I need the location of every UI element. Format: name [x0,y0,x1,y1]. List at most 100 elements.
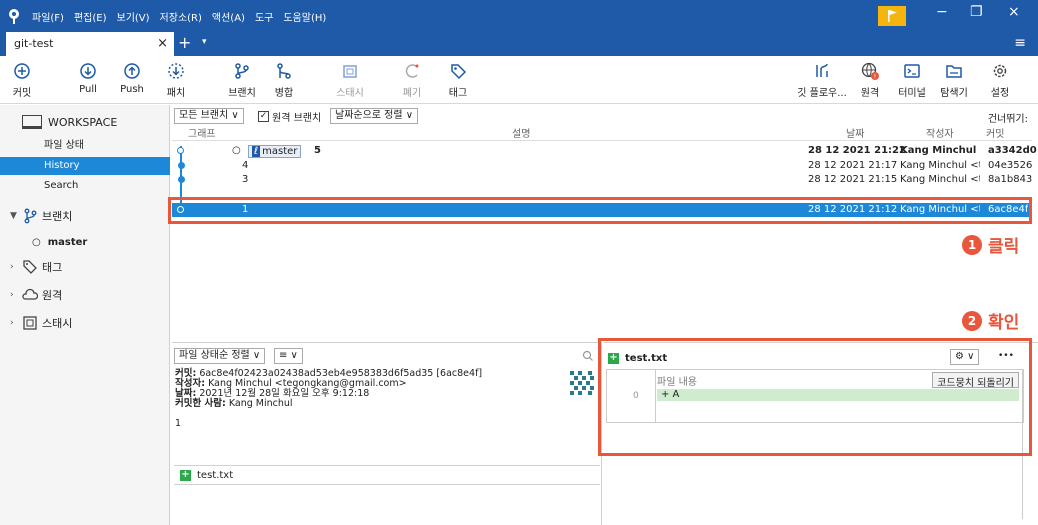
skip-label: 건너뛰기: [987,114,1028,125]
workspace-header: WORKSPACE [22,115,117,129]
flag-button[interactable] [878,6,906,26]
settings-button[interactable]: 설정 [978,62,1022,99]
file-sort-dropdown[interactable]: 파일 상태순 정렬 ∨ [174,348,266,364]
stash-icon [23,316,37,330]
row-date: 28 12 2021 21:17 [808,160,898,171]
tab-title: git-test [14,37,54,50]
remotes-label: 원격 [42,289,63,302]
svg-text:!: ! [874,74,876,81]
highlight-box-selected-row [168,197,1032,224]
column-graph[interactable]: 그래프 [188,125,216,140]
discard-button[interactable]: 폐기 [390,62,434,99]
sidebar-item-search[interactable]: Search [0,177,170,195]
annotation-text: 클릭 [988,237,1020,257]
avatar [568,369,596,397]
close-window-button[interactable]: × [1008,4,1020,20]
tab-close-icon[interactable]: × [157,36,168,51]
branch-filter-dropdown[interactable]: 모든 브랜치 ∨ [174,108,244,124]
column-date[interactable]: 날짜 [846,125,864,140]
fetch-label: 패치 [166,88,186,99]
chevron-right-icon: › [10,262,14,272]
toolbar: 커밋 Pull Push 패치 브랜치 병합 스태시 폐기 태그 깃 플로우..… [0,56,1038,104]
menu-actions[interactable]: 액션(A) [212,9,245,24]
chevron-right-icon: › [10,318,14,328]
pull-button[interactable]: Pull [66,62,110,95]
sort-dropdown[interactable]: 날짜순으로 정렬 ∨ [330,108,419,124]
tab-dropdown-button[interactable]: ▾ [202,37,207,47]
table-row-partial [172,188,1032,196]
branch-tag-label: master [262,146,298,157]
tab-git-test[interactable]: git-test × [6,32,174,56]
commit-button[interactable]: 커밋 [0,62,44,99]
view-mode-dropdown[interactable]: ≡ ∨ [274,348,303,364]
row-author: Kang Minchul <te [900,174,980,185]
stash-icon [343,65,357,78]
changed-file-name: test.txt [197,469,234,481]
menu-tools[interactable]: 도구 [255,9,273,24]
tab-row: git-test × + ▾ ≡ [0,30,1038,56]
plus-circle-icon [14,63,30,79]
annotation-text: 확인 [988,313,1020,333]
sidebar-item-file-status[interactable]: 파일 상태 [0,137,170,155]
table-row[interactable]: ○ ℓ master 5 28 12 2021 21:22 Kang Minchu… [172,144,1037,158]
column-author[interactable]: 작성자 [926,125,954,140]
stash-button[interactable]: 스태시 [328,62,372,99]
checkbox-icon: ✓ [258,111,269,122]
tag-button[interactable]: 태그 [436,62,480,99]
minimize-button[interactable]: − [936,4,948,20]
fetch-button[interactable]: 패치 [154,62,198,99]
flag-icon [888,10,897,22]
workspace-label: WORKSPACE [48,115,118,129]
column-description[interactable]: 설명 [512,125,530,140]
current-branch-marker-icon: ○ [32,237,48,248]
terminal-button[interactable]: 터미널 [890,62,934,99]
restore-button[interactable]: ❐ [970,4,983,20]
stash-label: 스태시 [336,88,364,99]
explorer-label: 탐색기 [940,88,968,99]
merge-icon [277,63,291,79]
commit-message: 1 [175,418,182,429]
menu-repository[interactable]: 저장소(R) [160,9,202,24]
chevron-down-icon: ▼ [10,211,17,221]
search-icon[interactable] [582,350,594,362]
remote-button[interactable]: ! 원격 [848,62,892,99]
row-description: 5 [314,145,321,156]
column-commit[interactable]: 커밋 [986,125,1004,140]
explorer-button[interactable]: 탐색기 [932,62,976,99]
arrow-down-circle-icon [80,63,96,79]
table-row[interactable]: 4 28 12 2021 21:17 Kang Minchul <te 04e3… [172,159,1032,173]
sidebar-group-branches[interactable]: ▼ 브랜치 [10,208,72,224]
menu-edit[interactable]: 편집(E) [74,9,107,24]
tag-icon [451,64,467,80]
sidebar-group-stashes[interactable]: › 스태시 [10,315,72,331]
new-tab-button[interactable]: + [178,33,191,52]
sidebar-group-remotes[interactable]: › 원격 [10,287,62,303]
merge-button[interactable]: 병합 [262,62,306,99]
settings-label: 설정 [990,88,1010,99]
discard-icon [405,64,419,78]
sidebar-item-master[interactable]: ○ master [32,237,87,248]
sidebar-group-tags[interactable]: › 태그 [10,259,62,275]
tags-label: 태그 [42,261,63,274]
table-row[interactable]: 3 28 12 2021 21:15 Kang Minchul <te 8a1b… [172,173,1032,187]
row-commit: a3342d0 [988,145,1037,156]
menu-help[interactable]: 도움말(H) [283,9,326,24]
changed-file-item[interactable]: + test.txt [174,465,600,485]
commit-label: 커밋 [12,88,32,99]
push-button[interactable]: Push [110,62,154,95]
row-date: 28 12 2021 21:22 [808,145,906,156]
fetch-icon [168,63,184,79]
graph-node [177,147,184,154]
hamburger-menu-icon[interactable]: ≡ [1014,35,1026,51]
sidebar-item-history[interactable]: History [0,157,170,175]
commit-info: 커밋: 6ac8e4f02423a02438ad53eb4e958383d6f5… [175,369,560,429]
menu-view[interactable]: 보기(V) [117,9,150,24]
branch-button[interactable]: 브랜치 [220,62,264,99]
committer-key: 커밋한 사람: [175,398,226,409]
remote-branches-checkbox[interactable]: ✓ 원격 브랜치 [258,109,321,124]
row-commit: 04e3526 [988,160,1033,171]
gitflow-button[interactable]: 깃 플로우... [794,62,850,99]
menu-file[interactable]: 파일(F) [32,9,64,24]
title-bar: 파일(F) 편집(E) 보기(V) 저장소(R) 액션(A) 도구 도움말(H)… [0,0,1038,56]
folder-icon [946,65,962,78]
